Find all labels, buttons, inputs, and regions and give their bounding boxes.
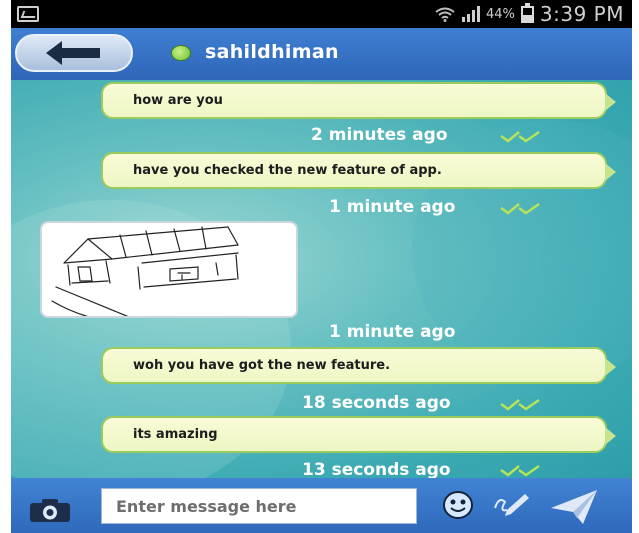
- signal-icon: [462, 6, 480, 22]
- chat-header: sahildhiman: [11, 28, 632, 80]
- message-bubble[interactable]: its amazing: [101, 416, 616, 453]
- bubble-tail: [605, 163, 616, 181]
- message-time: 18 seconds ago: [302, 393, 451, 413]
- chat-screen: 44% 3:39 PM sahildhiman how are you 2 mi…: [11, 0, 632, 533]
- double-check-icon: [500, 464, 540, 477]
- message-time: 2 minutes ago: [311, 125, 448, 145]
- double-check-icon: [500, 130, 540, 143]
- message-bubble[interactable]: how are you: [101, 82, 616, 119]
- back-button[interactable]: [15, 34, 133, 72]
- bubble-tail: [605, 358, 616, 376]
- message-bubble[interactable]: have you checked the new feature of app.: [101, 152, 616, 189]
- back-arrow-icon: [46, 41, 100, 65]
- message-input[interactable]: [101, 488, 417, 524]
- message-time: 1 minute ago: [329, 197, 456, 217]
- contact-name[interactable]: sahildhiman: [205, 41, 339, 63]
- double-check-icon: [500, 202, 540, 215]
- bubble-tail: [605, 93, 616, 111]
- message-text: its amazing: [133, 427, 218, 442]
- message-text: how are you: [133, 93, 223, 108]
- status-bar: 44% 3:39 PM: [11, 0, 632, 28]
- image-message[interactable]: [40, 221, 298, 318]
- status-icons: 44% 3:39 PM: [434, 2, 624, 26]
- message-text: have you checked the new feature of app.: [133, 163, 442, 178]
- message-bubble[interactable]: woh you have got the new feature.: [101, 347, 616, 384]
- bubble-tail: [605, 427, 616, 445]
- message-list[interactable]: how are you 2 minutes ago have you check…: [11, 80, 632, 478]
- wifi-icon: [435, 7, 455, 22]
- battery-percent: 44%: [486, 6, 515, 22]
- message-time: 13 seconds ago: [302, 460, 451, 478]
- draw-icon[interactable]: [493, 492, 531, 518]
- gallery-icon: [17, 6, 39, 22]
- camera-icon[interactable]: [29, 499, 71, 523]
- house-sketch-image: [51, 226, 239, 316]
- status-time: 3:39 PM: [539, 2, 624, 26]
- message-time: 1 minute ago: [329, 322, 456, 342]
- double-check-icon: [500, 398, 540, 411]
- online-status-icon: [171, 45, 191, 61]
- send-icon[interactable]: [549, 488, 599, 526]
- emoji-icon[interactable]: [443, 491, 473, 519]
- message-composer: [11, 478, 632, 533]
- message-text: woh you have got the new feature.: [133, 358, 391, 373]
- battery-icon: [520, 2, 534, 23]
